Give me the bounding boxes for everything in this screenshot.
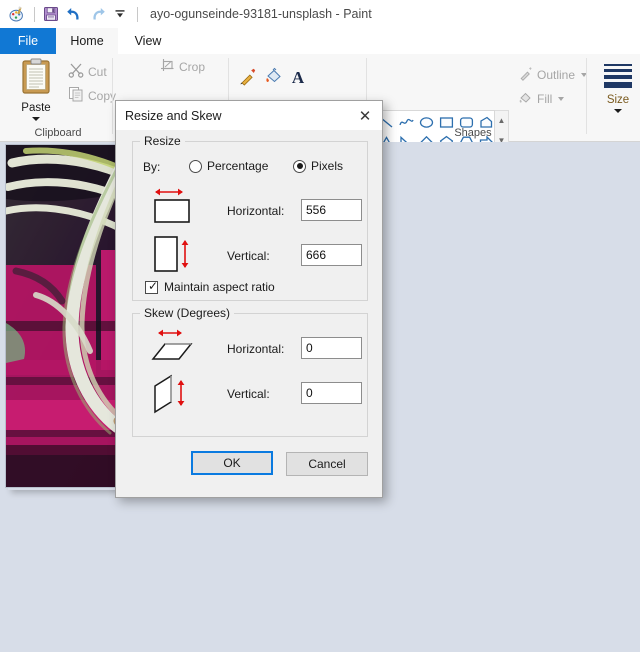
group-divider-clipboard <box>112 58 113 134</box>
skew-horizontal-input[interactable]: 0 <box>301 337 362 359</box>
title-bar: ayo-ogunseinde-93181-unsplash - Paint <box>0 0 640 28</box>
outline-button[interactable]: Outline <box>518 66 588 84</box>
size-lines-icon <box>604 64 632 91</box>
pixels-label: Pixels <box>311 159 344 173</box>
resize-horizontal-label: Horizontal: <box>227 204 285 218</box>
outline-icon <box>518 66 533 84</box>
window-title: ayo-ogunseinde-93181-unsplash - Paint <box>150 7 372 21</box>
group-label-clipboard: Clipboard <box>34 127 82 139</box>
tab-home[interactable]: Home <box>56 28 118 54</box>
checkbox-icon: ✓ <box>145 279 158 294</box>
fill-label: Fill <box>537 92 553 106</box>
paste-icon <box>19 58 53 101</box>
crop-icon <box>160 58 175 76</box>
skew-legend: Skew (Degrees) <box>140 306 235 320</box>
group-divider-shapes <box>586 58 587 134</box>
cut-label: Cut <box>88 64 107 79</box>
copy-button[interactable]: Copy <box>68 86 116 105</box>
fill-bucket-icon <box>264 66 284 91</box>
text-icon: A <box>291 68 305 87</box>
customize-quick-access-icon[interactable] <box>109 3 131 25</box>
resize-and-skew-dialog: Resize and Skew ✕ Resize By: Percentage … <box>115 100 383 498</box>
horizontal-resize-icon <box>149 184 195 233</box>
resize-section: Resize By: Percentage Pixels Horizontal:… <box>132 134 368 301</box>
by-label: By: <box>143 160 161 174</box>
dialog-title-bar: Resize and Skew ✕ <box>116 101 382 130</box>
resize-horizontal-input[interactable]: 556 <box>301 199 362 221</box>
tab-file[interactable]: File <box>0 28 56 54</box>
fill-button[interactable]: Fill <box>518 90 565 108</box>
dialog-title: Resize and Skew <box>125 108 222 123</box>
crop-button[interactable]: Crop <box>160 58 205 76</box>
pixels-radio[interactable]: Pixels <box>293 159 343 173</box>
percentage-radio[interactable]: Percentage <box>189 159 268 173</box>
skew-section: Skew (Degrees) Horizontal: 0 Vertical: 0 <box>132 306 368 437</box>
paste-button[interactable]: Paste <box>8 58 64 132</box>
vertical-skew-icon <box>149 372 199 423</box>
quick-access-divider <box>34 6 35 22</box>
paint-app-icon[interactable] <box>6 3 28 25</box>
scissors-icon <box>68 62 84 81</box>
ribbon-tabs: File Home View <box>0 28 640 54</box>
resize-vertical-input[interactable]: 666 <box>301 244 362 266</box>
scroll-up-icon[interactable]: ▲ <box>498 117 506 125</box>
pencil-icon <box>238 66 258 91</box>
fill-tool-button[interactable] <box>262 66 286 90</box>
copy-icon <box>68 86 84 105</box>
group-label-shapes: Shapes <box>454 127 492 139</box>
maintain-aspect-ratio-checkbox[interactable]: ✓ Maintain aspect ratio <box>145 279 275 294</box>
maintain-aspect-ratio-label: Maintain aspect ratio <box>164 280 275 294</box>
horizontal-skew-icon <box>149 326 199 373</box>
resize-legend: Resize <box>140 134 185 148</box>
text-tool-button[interactable]: A <box>286 66 310 90</box>
pencil-tool-button[interactable] <box>236 66 260 90</box>
tab-view[interactable]: View <box>118 28 178 54</box>
crop-label: Crop <box>179 60 206 74</box>
skew-vertical-label: Vertical: <box>227 387 270 401</box>
paste-dropdown-caret-icon[interactable] <box>32 117 40 121</box>
percentage-label: Percentage <box>207 159 269 173</box>
redo-icon[interactable] <box>86 3 108 25</box>
title-divider <box>137 6 138 22</box>
paste-label: Paste <box>21 102 51 114</box>
skew-horizontal-label: Horizontal: <box>227 342 285 356</box>
save-icon[interactable] <box>40 3 62 25</box>
skew-vertical-input[interactable]: 0 <box>301 382 362 404</box>
radio-pixels-icon <box>293 159 306 173</box>
radio-percentage-icon <box>189 159 202 173</box>
vertical-resize-icon <box>149 232 195 283</box>
cut-button[interactable]: Cut <box>68 62 107 81</box>
size-dropdown-caret-icon[interactable] <box>614 109 622 113</box>
size-label: Size <box>606 94 630 106</box>
ok-button[interactable]: OK <box>191 451 273 475</box>
cancel-button[interactable]: Cancel <box>286 452 368 476</box>
undo-icon[interactable] <box>63 3 85 25</box>
paint-window: ayo-ogunseinde-93181-unsplash - Paint Fi… <box>0 0 640 652</box>
outline-label: Outline <box>537 68 576 82</box>
close-icon[interactable]: ✕ <box>348 101 382 130</box>
fill-caret-icon[interactable] <box>558 97 565 101</box>
size-button[interactable]: Size <box>600 60 636 132</box>
resize-vertical-label: Vertical: <box>227 249 270 263</box>
fill-icon <box>518 90 533 108</box>
